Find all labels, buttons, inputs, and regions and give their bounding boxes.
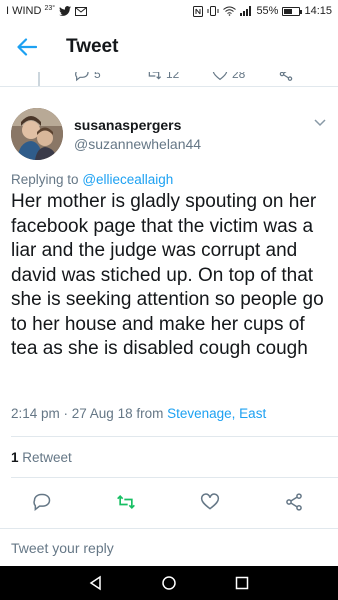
share-icon — [286, 493, 302, 511]
app-header: Tweet — [0, 22, 338, 72]
battery-percent: 55% — [256, 5, 279, 17]
signal-icon — [240, 6, 252, 16]
tweet-actions — [0, 482, 338, 518]
replying-to-link[interactable]: @ellieceallaigh — [82, 172, 173, 187]
status-left: I WIND 23° — [6, 5, 88, 17]
status-bar: I WIND 23° 55% 14:15 — [0, 0, 338, 22]
divider — [11, 477, 338, 478]
parent-like-count: 28 — [232, 72, 246, 81]
reply-input[interactable] — [11, 539, 311, 556]
from-prefix: from — [136, 406, 164, 421]
battery-icon — [282, 6, 303, 16]
heart-icon — [200, 493, 220, 510]
system-nav-bar — [0, 566, 338, 600]
tweet-text: Her mother is gladly spouting on her fac… — [11, 191, 324, 359]
clock: 14:15 — [304, 5, 332, 17]
like-button[interactable] — [198, 490, 222, 514]
parent-like-action[interactable]: 28 — [212, 72, 245, 82]
retweet-stats[interactable]: 1 Retweet — [11, 450, 72, 465]
tweet-location[interactable]: Stevenage, East — [167, 406, 266, 421]
parent-reply-count: 5 — [94, 72, 101, 81]
share-icon — [279, 72, 293, 81]
vibrate-icon — [207, 6, 219, 16]
page-title: Tweet — [66, 36, 119, 57]
heart-icon — [212, 72, 228, 81]
share-button[interactable] — [282, 490, 306, 514]
author-name[interactable]: susanaspergers — [74, 117, 181, 133]
divider — [11, 436, 338, 437]
retweet-count: 1 — [11, 450, 19, 465]
back-arrow-icon — [17, 38, 37, 56]
reply-button[interactable] — [30, 490, 54, 514]
parent-retweet-action[interactable]: 12 — [146, 72, 179, 82]
back-button[interactable] — [0, 22, 54, 72]
reply-icon — [33, 493, 51, 512]
tweet-timestamp[interactable]: 2:14 pm · 27 Aug 18 — [11, 406, 133, 421]
nav-home-button[interactable] — [157, 571, 181, 595]
retweet-icon — [117, 494, 135, 510]
circle-home-icon — [162, 576, 176, 590]
thread-line — [38, 72, 40, 86]
replying-to-line: Replying to @ellieceallaigh — [11, 172, 173, 187]
more-options-button[interactable] — [312, 114, 328, 130]
square-recents-icon — [235, 576, 248, 590]
tweet-meta: 2:14 pm · 27 Aug 18 from Stevenage, East — [11, 406, 266, 421]
avatar[interactable] — [11, 108, 63, 160]
retweet-button[interactable] — [114, 490, 138, 514]
carrier-label: I WIND 23° — [6, 5, 56, 17]
parent-retweet-count: 12 — [166, 72, 180, 81]
retweet-icon — [148, 72, 162, 80]
twitter-bird-icon — [59, 6, 72, 16]
tweet-author: susanaspergers @suzannewhelan44 — [0, 96, 338, 166]
triangle-back-icon — [89, 575, 102, 591]
parent-share-action[interactable] — [278, 72, 294, 82]
mail-icon — [75, 6, 88, 16]
author-handle[interactable]: @suzannewhelan44 — [74, 136, 201, 152]
parent-reply-action[interactable]: 5 — [74, 72, 101, 82]
replying-to-prefix: Replying to — [11, 172, 79, 187]
divider — [0, 86, 338, 87]
chevron-down-icon — [314, 119, 326, 127]
status-right: 55% 14:15 — [193, 5, 332, 17]
nav-recents-button[interactable] — [230, 571, 254, 595]
wifi-icon — [223, 6, 237, 16]
retweet-label: Retweet — [22, 450, 72, 465]
reply-icon — [75, 72, 89, 82]
parent-tweet-actions: 5 12 28 — [0, 72, 338, 86]
nav-back-button[interactable] — [84, 571, 108, 595]
reply-bar — [0, 528, 338, 566]
nfc-icon — [193, 5, 204, 17]
